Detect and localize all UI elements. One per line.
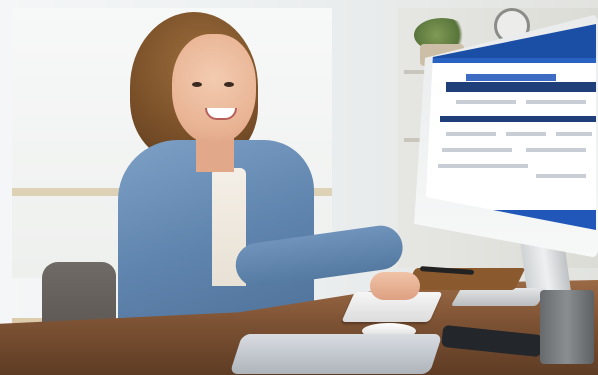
screen-menu-bar xyxy=(426,58,596,63)
screen-highlight-row xyxy=(466,74,556,81)
person-face xyxy=(172,34,256,144)
monitor-base xyxy=(450,288,548,306)
screen-section-band xyxy=(440,116,596,122)
person-hands xyxy=(370,272,420,300)
person-eye-right xyxy=(224,82,234,87)
screen-field xyxy=(438,164,528,168)
person-eye-left xyxy=(192,82,202,87)
screen-section-band xyxy=(446,82,596,92)
photo-scene xyxy=(0,0,598,375)
screen-field xyxy=(446,132,496,136)
screen-field xyxy=(526,148,586,152)
screen-field xyxy=(442,148,512,152)
screen-field xyxy=(556,132,592,136)
pencil-cup xyxy=(540,290,594,364)
monitor-screen xyxy=(426,24,596,230)
screen-field xyxy=(456,100,516,104)
screen-field xyxy=(506,132,546,136)
screen-field xyxy=(536,174,586,178)
screen-field xyxy=(526,100,586,104)
tablet-icon xyxy=(229,334,443,374)
